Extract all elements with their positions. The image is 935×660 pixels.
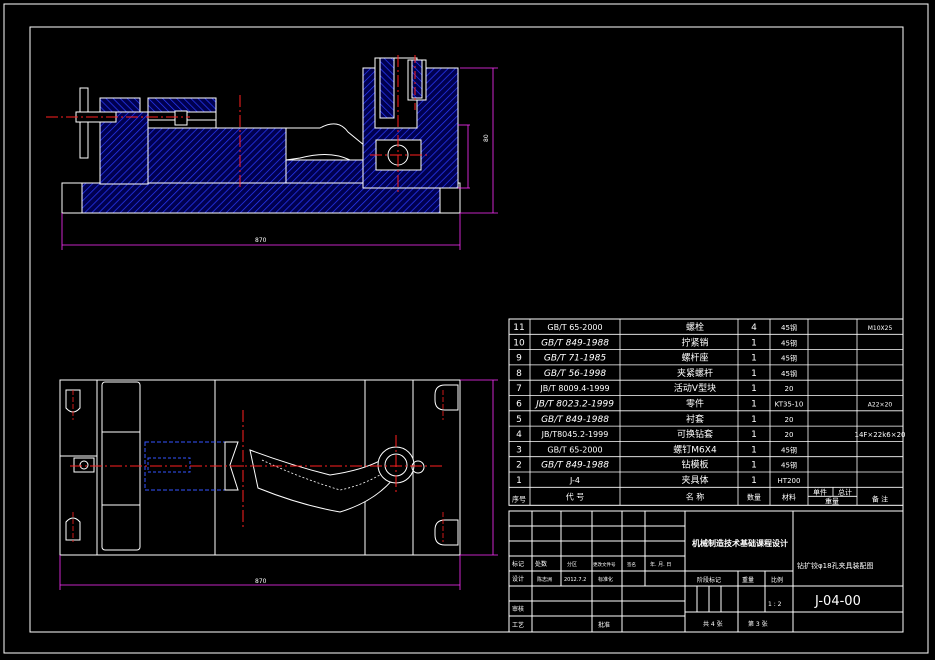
dim-top-width: 870 [255,237,267,244]
part-material: 20 [785,431,794,439]
drawing-title: 钻扩铰φ18孔夹具装配图 [797,561,874,570]
label-weight: 重量 [742,576,754,584]
label-signature: 签名 [627,561,636,568]
part-name: 钻模板 [681,459,708,471]
part-code: J-4 [569,476,580,485]
header-qty: 数量 [747,492,761,501]
header-no: 序号 [512,494,526,503]
part-name: 螺钉M6X4 [673,444,717,455]
dim-bottom-width: 870 [255,578,267,585]
part-code: JB/T8045.2-1999 [541,430,609,439]
dim-top-height: 80 [483,134,490,142]
part-name: 夹具体 [681,474,708,486]
part-material: 45钢 [781,323,797,332]
part-qty: 1 [751,415,757,425]
part-no: 1 [516,476,522,486]
part-code: GB/T 65-2000 [547,445,602,454]
part-material: 45钢 [781,354,797,363]
part-note: 14F×22k6×20 [855,431,906,439]
header-code: 代 号 [566,491,585,501]
cad-drawing: 870 80 870 11 GB/T 65-2000 螺栓 4 45钢 M10X… [3,3,929,654]
part-no: 9 [516,354,522,364]
part-note: M10X25 [868,325,893,332]
label-process: 工艺 [512,621,524,629]
part-qty: 4 [751,323,757,333]
part-qty: 1 [751,400,757,410]
part-material: 45钢 [781,338,797,347]
label-design: 设计 [512,575,524,583]
front-view [46,55,461,214]
title-block [508,510,904,633]
label-stage-mark: 阶段标记 [697,576,721,584]
header-weight: 重量 [825,497,839,505]
part-material: KT35-10 [775,401,804,409]
part-qty: 1 [751,476,757,486]
design-date: 2012.7.2 [564,577,586,583]
part-qty: 1 [751,338,757,348]
designer-name: 陈志洲 [537,576,552,583]
part-note: A22×20 [868,402,893,409]
part-no: 4 [516,430,522,440]
part-code: GB/T 849-1988 [541,415,609,425]
part-no: 11 [513,323,524,333]
part-code: GB/T 65-2000 [547,323,602,332]
part-no: 5 [516,415,522,425]
part-qty: 1 [751,445,757,455]
part-name: 螺栓 [686,321,704,333]
part-name: 可换钻套 [677,428,713,440]
header-note: 备 注 [872,494,888,503]
header-material: 材料 [782,492,796,501]
part-qty: 1 [751,461,757,471]
part-no: 10 [513,338,525,348]
part-material: 20 [785,416,794,424]
part-code: GB/T 849-1988 [541,338,609,348]
part-code: GB/T 56-1998 [544,369,606,379]
part-name: 螺杆座 [681,352,708,364]
part-no: 8 [516,369,522,379]
part-no: 3 [516,445,522,455]
sheets-total: 共 4 张 [703,620,723,628]
label-scale: 比例 [771,576,783,584]
label-approve: 批准 [598,621,610,629]
part-material: 45钢 [781,461,797,470]
part-material: 20 [785,385,794,393]
part-qty: 1 [751,430,757,440]
header-total-weight: 总计 [838,487,852,496]
label-standardize: 标准化 [598,576,613,583]
header-unit-weight: 单件 [813,487,827,496]
label-change-doc: 更改文件号 [593,561,616,568]
label-zone: 分区 [567,561,577,568]
part-name: 零件 [686,398,704,410]
part-material: 45钢 [781,369,797,378]
part-code: GB/T 849-1988 [541,461,609,471]
top-view [59,379,461,556]
part-no: 2 [516,461,522,471]
part-code: JB/T 8023.2-1999 [534,400,614,410]
sheet-number: 第 3 张 [748,620,768,628]
label-date: 年. 月. 日 [650,561,671,568]
part-qty: 1 [751,384,757,394]
scale-value: 1 : 2 [768,601,782,608]
label-mark: 标记 [512,560,524,568]
part-no: 7 [516,384,522,394]
header-name: 名 称 [686,491,705,501]
label-count: 处数 [535,560,547,568]
part-code: GB/T 71-1985 [544,354,606,364]
part-code: JB/T 8009.4-1999 [539,384,609,393]
part-qty: 1 [751,354,757,364]
part-qty: 1 [751,369,757,379]
drawing-number: J-04-00 [814,594,861,609]
part-material: 45钢 [781,445,797,454]
part-name: 活动V型块 [674,382,716,394]
part-no: 6 [516,400,522,410]
part-material: HT200 [778,477,801,485]
part-name: 拧紧销 [681,336,708,348]
part-name: 衬套 [686,413,704,425]
school-title: 机械制造技术基础课程设计 [692,538,788,548]
parts-list: 11 GB/T 65-2000 螺栓 4 45钢 M10X2510 GB/T 849-198… [508,318,906,506]
label-review: 审核 [512,605,524,613]
part-name: 夹紧螺杆 [677,367,713,379]
